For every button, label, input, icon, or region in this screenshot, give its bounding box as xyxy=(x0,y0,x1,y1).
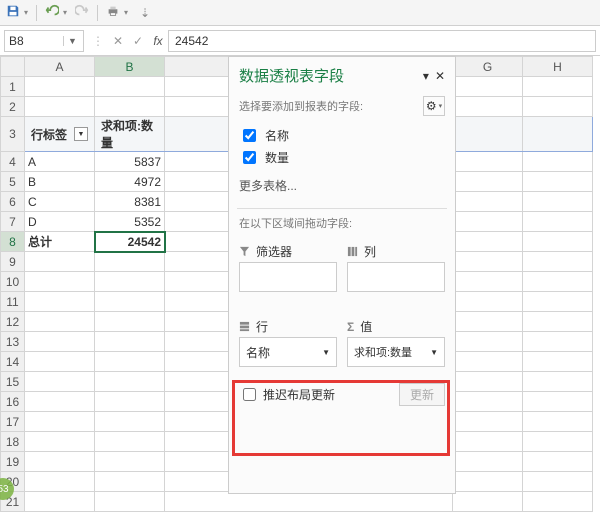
formula-text: 24542 xyxy=(175,34,208,48)
pane-title: 数据透视表字段 xyxy=(239,65,344,86)
formula-bar-row: ▼ ⋮ ✕ ✓ fx 24542 xyxy=(0,26,600,56)
cell[interactable]: B xyxy=(25,172,95,192)
col-header[interactable]: G xyxy=(453,57,523,77)
area-value-item[interactable]: 求和项:数量 xyxy=(354,344,412,360)
pivot-row-header[interactable]: 行标签▼ xyxy=(25,117,95,152)
area-row-drop[interactable]: 名称 ▼ xyxy=(239,337,337,367)
select-all[interactable] xyxy=(1,57,25,77)
cell[interactable]: 8381 xyxy=(95,192,165,212)
cell[interactable]: 5352 xyxy=(95,212,165,232)
print-dropdown[interactable]: ▾ xyxy=(124,8,128,17)
defer-layout-checkbox[interactable]: 推迟布局更新 xyxy=(239,385,335,404)
row-header[interactable]: 10 xyxy=(1,272,25,292)
row-header[interactable]: 17 xyxy=(1,412,25,432)
col-header[interactable]: A xyxy=(25,57,95,77)
row-header[interactable]: 11 xyxy=(1,292,25,312)
row-header[interactable]: 7 xyxy=(1,212,25,232)
pane-close-icon[interactable]: ✕ xyxy=(435,69,445,83)
chevron-down-icon[interactable]: ▼ xyxy=(430,348,438,357)
row-header[interactable]: 18 xyxy=(1,432,25,452)
row-header[interactable]: 13 xyxy=(1,332,25,352)
row-header[interactable]: 5 xyxy=(1,172,25,192)
row-header[interactable]: 3 xyxy=(1,117,25,152)
qat-overflow[interactable]: ⇣ xyxy=(140,6,150,20)
area-filter-title: 筛选器 xyxy=(239,243,337,260)
checkbox[interactable] xyxy=(243,151,256,164)
filter-icon[interactable]: ▼ xyxy=(74,127,88,141)
row-header[interactable]: 1 xyxy=(1,77,25,97)
cell[interactable]: C xyxy=(25,192,95,212)
cell-selected[interactable]: 24542 xyxy=(95,232,165,252)
row-header[interactable]: 12 xyxy=(1,312,25,332)
area-value-title: Σ值 xyxy=(347,318,445,335)
row-header[interactable]: 6 xyxy=(1,192,25,212)
divider xyxy=(237,208,447,209)
area-value-drop[interactable]: 求和项:数量 ▼ xyxy=(347,337,445,367)
cell[interactable]: 4972 xyxy=(95,172,165,192)
row-header[interactable]: 15 xyxy=(1,372,25,392)
checkbox[interactable] xyxy=(243,388,256,401)
row-header[interactable]: 14 xyxy=(1,352,25,372)
quick-access-toolbar: ▾ ▾ ▾ ⇣ xyxy=(0,0,600,26)
field-checkbox[interactable]: 数量 xyxy=(239,148,445,167)
col-header[interactable]: H xyxy=(523,57,593,77)
row-header[interactable]: 9 xyxy=(1,252,25,272)
col-header[interactable]: B xyxy=(95,57,165,77)
undo-dropdown[interactable]: ▾ xyxy=(63,8,67,17)
area-row-item[interactable]: 名称 xyxy=(246,344,270,361)
cell[interactable]: D xyxy=(25,212,95,232)
pivot-field-pane: 数据透视表字段 ▾ ✕ 选择要添加到报表的字段: ⚙▾ 名称 数量 更多表格...… xyxy=(228,56,456,494)
checkbox[interactable] xyxy=(243,129,256,142)
pivot-value-header[interactable]: 求和项:数量 xyxy=(95,117,165,152)
pane-subtitle: 选择要添加到报表的字段: xyxy=(239,98,363,114)
enter-icon[interactable]: ✓ xyxy=(128,34,148,48)
gear-icon: ⚙ xyxy=(426,99,437,113)
cell-total-label[interactable]: 总计 xyxy=(25,232,95,252)
undo-icon[interactable] xyxy=(45,4,59,21)
formula-bar[interactable]: 24542 xyxy=(168,30,596,52)
print-icon[interactable] xyxy=(106,4,120,21)
field-label: 数量 xyxy=(265,149,289,166)
row-header[interactable]: 16 xyxy=(1,392,25,412)
fx-icon[interactable]: fx xyxy=(148,34,168,48)
row-header[interactable]: 19 xyxy=(1,452,25,472)
update-button: 更新 xyxy=(399,383,445,406)
area-filter-drop[interactable] xyxy=(239,262,337,292)
area-row-title: 行 xyxy=(239,318,337,335)
name-box[interactable]: ▼ xyxy=(4,30,84,52)
row-header[interactable]: 2 xyxy=(1,97,25,117)
cell[interactable]: 5837 xyxy=(95,152,165,172)
field-list: 名称 数量 xyxy=(239,126,445,167)
more-tables-link[interactable]: 更多表格... xyxy=(239,177,445,194)
name-box-input[interactable] xyxy=(5,34,63,48)
pane-settings[interactable]: ⚙▾ xyxy=(423,96,445,116)
cancel-icon[interactable]: ✕ xyxy=(108,34,128,48)
cell[interactable]: A xyxy=(25,152,95,172)
chevron-down-icon[interactable]: ▼ xyxy=(322,348,330,357)
row-header[interactable]: 4 xyxy=(1,152,25,172)
area-column-title: 列 xyxy=(347,243,445,260)
save-dropdown[interactable]: ▾ xyxy=(24,8,28,17)
save-icon[interactable] xyxy=(6,4,20,21)
drag-hint: 在以下区域间拖动字段: xyxy=(239,215,445,231)
name-box-dropdown[interactable]: ▼ xyxy=(63,36,81,46)
pane-pin-icon[interactable]: ▾ xyxy=(423,69,429,83)
row-header[interactable]: 8 xyxy=(1,232,25,252)
field-checkbox[interactable]: 名称 xyxy=(239,126,445,145)
area-column-drop[interactable] xyxy=(347,262,445,292)
field-label: 名称 xyxy=(265,127,289,144)
redo-icon[interactable] xyxy=(75,4,89,21)
